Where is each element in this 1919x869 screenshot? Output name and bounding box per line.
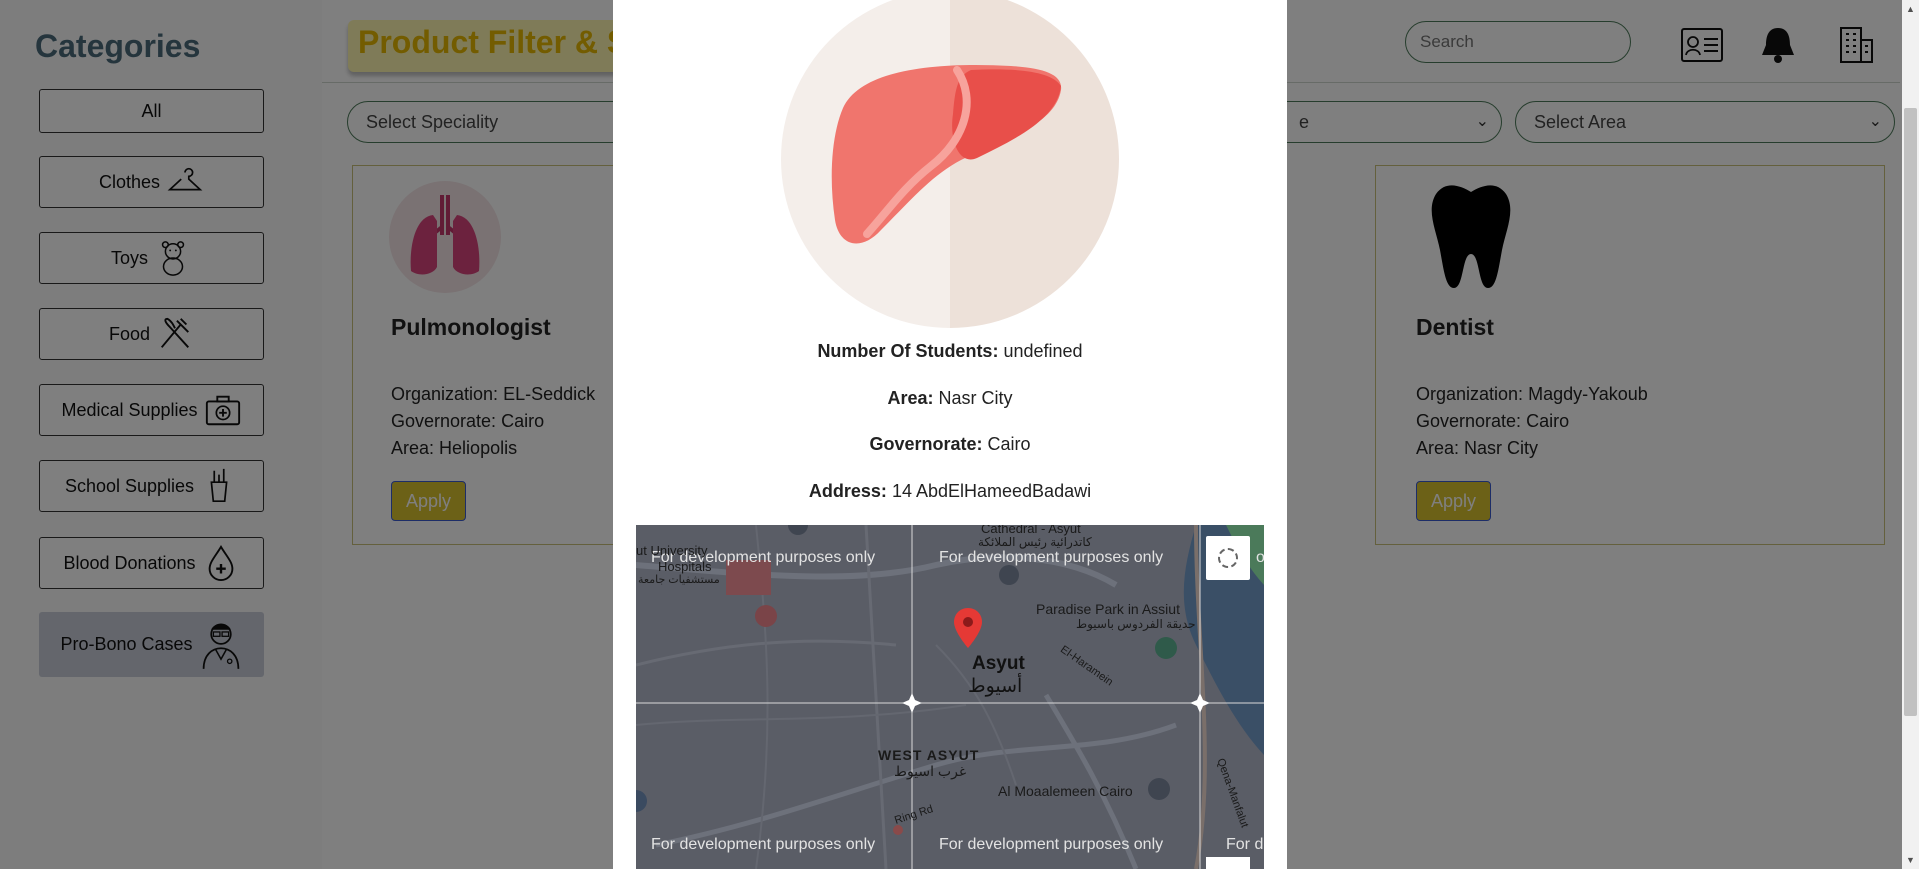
- scroll-down-arrow-icon[interactable]: ▼: [1906, 855, 1915, 865]
- scroll-up-arrow-icon[interactable]: ▲: [1906, 4, 1915, 14]
- map-location-pin-icon[interactable]: [954, 608, 982, 648]
- map-watermark: For d: [1226, 836, 1264, 853]
- map-label-park-ar: حديقة الفردوس باسيوط: [1076, 617, 1196, 631]
- fullscreen-icon: [1218, 548, 1238, 568]
- students-field: Number Of Students: undefined: [817, 341, 1083, 361]
- governorate-field: Governorate: Cairo: [869, 434, 1031, 454]
- map-zoom-button[interactable]: [1206, 857, 1250, 869]
- map-label-west-ar: غرب اسيوط: [894, 763, 967, 779]
- page-scrollbar[interactable]: ▲ ▼: [1902, 0, 1919, 869]
- area-field: Area: Nasr City: [887, 388, 1013, 408]
- map-label-city: Asyut: [972, 653, 1025, 674]
- scrollbar-thumb[interactable]: [1904, 108, 1917, 716]
- map-label-city-ar: أسيوط: [968, 676, 1023, 697]
- map-watermark: For development purposes only: [939, 836, 1164, 853]
- map-label-cathedral-ar: كاتدرائية رئيس الملائكة: [978, 535, 1092, 549]
- map-watermark: o: [1256, 549, 1264, 566]
- map-label-hospitals-ar: مستشفيات جامعة: [638, 574, 720, 586]
- map-fullscreen-button[interactable]: [1206, 536, 1250, 580]
- map-label-place: Al Moaalemeen Cairo: [998, 783, 1133, 799]
- map-label-university: ut University: [636, 543, 708, 558]
- liver-icon: [781, 0, 1119, 328]
- address-field: Address: 14 AbdElHameedBadawi: [808, 481, 1092, 501]
- location-map[interactable]: For development purposes only For develo…: [636, 525, 1264, 869]
- map-watermark: For development purposes only: [651, 836, 876, 853]
- map-label-hospitals: Hospitals: [658, 559, 712, 574]
- case-details-modal: Number Of Students: undefined Area: Nasr…: [613, 0, 1287, 869]
- map-watermark: For development purposes only: [939, 549, 1164, 566]
- map-label-west: WEST ASYUT: [878, 747, 980, 763]
- map-label-park: Paradise Park in Assiut: [1036, 601, 1180, 617]
